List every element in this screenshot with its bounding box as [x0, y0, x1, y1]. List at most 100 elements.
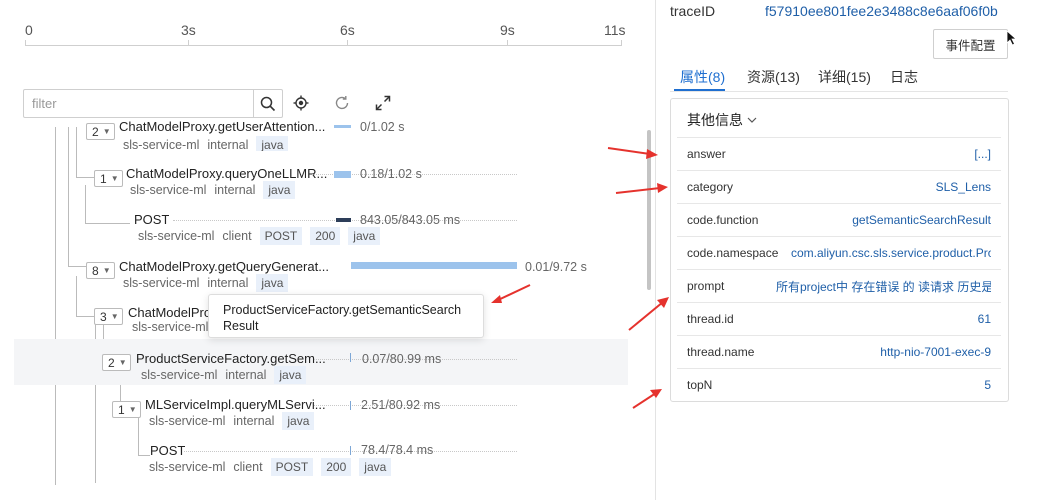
span-row[interactable]: POST sls-service-ml client POST 200 java 78.… — [0, 440, 630, 486]
span-duration-bar — [351, 262, 517, 269]
expand-icon[interactable] — [374, 94, 392, 112]
annotation-arrow-icon — [632, 389, 662, 409]
span-row[interactable]: 2 ▼ ChatModelProxy.getUserAttention... sl… — [0, 116, 630, 151]
mouse-cursor-icon — [1006, 30, 1018, 46]
ruler-mark — [507, 40, 508, 46]
refresh-icon[interactable] — [333, 94, 351, 112]
child-count-toggle[interactable]: 2 ▼ — [102, 354, 131, 371]
caret-down-icon: ▼ — [110, 174, 119, 183]
span-name: ChatModelProxy.getUserAttention... — [119, 119, 326, 134]
event-config-button[interactable]: 事件配置 — [933, 29, 1008, 59]
span-duration: 78.4/78.4 ms — [361, 443, 434, 457]
search-icon — [260, 96, 276, 111]
span-name: MLServiceImpl.queryMLServi... — [145, 397, 326, 412]
attribute-row: code.function getSemanticSearchResult — [677, 203, 1001, 236]
attribute-value[interactable]: http-nio-7001-exec-9 — [880, 345, 991, 359]
section-title: 其他信息 — [687, 112, 743, 128]
attribute-key: code.namespace — [687, 246, 779, 260]
child-count-toggle[interactable]: 1 ▼ — [112, 401, 141, 418]
ruler-mark — [621, 40, 622, 46]
span-duration: 0/1.02 s — [360, 120, 405, 134]
locate-icon[interactable] — [292, 94, 310, 112]
attribute-row: topN 5 — [677, 368, 1001, 401]
attribute-row: answer [...] — [677, 137, 1001, 170]
span-meta: sls-service-ml — [132, 320, 209, 334]
attribute-row: prompt 所有project中 存在错误 的 读请求 历史是什么? — [677, 269, 1001, 302]
span-meta: sls-service-ml internal java — [123, 274, 289, 292]
attribute-value-link[interactable]: [...] — [974, 147, 991, 161]
span-duration-bar — [350, 401, 351, 410]
detail-tabs: 属性(8) 资源(13) 详细(15) 日志 — [670, 62, 1010, 92]
active-tab-indicator — [674, 89, 725, 91]
annotation-arrow-icon — [607, 147, 658, 159]
child-count-toggle[interactable]: 2 ▼ — [86, 123, 115, 140]
span-duration-bar — [350, 353, 351, 362]
attribute-row: category SLS_Lens — [677, 170, 1001, 203]
timeline-tick: 0 — [25, 22, 33, 38]
trace-timeline-panel: 0 3s 6s 9s 11s 2▼ ChatModelProxy.getUser… — [0, 0, 655, 500]
attribute-value[interactable]: 61 — [978, 312, 991, 326]
span-duration: 843.05/843.05 ms — [360, 213, 461, 227]
span-name: ChatModelProxy.getQueryGenerat... — [119, 259, 330, 274]
span-name: POST — [150, 443, 186, 458]
attribute-key: prompt — [687, 279, 725, 293]
attributes-card: 其他信息 answer [...] category SLS_Lens code.f… — [670, 98, 1009, 402]
span-meta: sls-service-ml internal java — [123, 136, 289, 151]
span-meta: sls-service-ml internal java — [141, 366, 307, 384]
span-duration-bar — [350, 446, 351, 455]
attribute-value[interactable]: com.aliyun.csc.sls.service.product.Pro — [791, 246, 991, 260]
section-header[interactable]: 其他信息 — [687, 110, 757, 130]
attribute-value[interactable]: getSemanticSearchResult — [852, 213, 991, 227]
timeline-ruler — [25, 45, 622, 46]
span-meta: sls-service-ml client POST 200 java — [138, 227, 381, 245]
annotation-arrow-icon — [491, 284, 531, 303]
ruler-mark — [188, 40, 189, 46]
tab-attributes[interactable]: 属性(8) — [680, 67, 725, 87]
attribute-key: thread.id — [687, 312, 734, 326]
annotation-arrow-icon — [615, 183, 668, 194]
timeline-tick: 11s — [604, 22, 626, 38]
span-name-tooltip: ProductServiceFactory.getSemanticSearchR… — [208, 294, 484, 338]
attribute-key: answer — [687, 147, 726, 161]
attribute-key: topN — [687, 378, 713, 392]
timeline-tick: 3s — [181, 22, 196, 38]
caret-down-icon: ▼ — [118, 358, 127, 367]
attribute-key: category — [687, 180, 734, 194]
tab-logs[interactable]: 日志 — [890, 67, 918, 87]
search-button[interactable] — [253, 89, 283, 118]
tab-details[interactable]: 详细(15) — [818, 67, 871, 87]
caret-down-icon: ▼ — [128, 405, 137, 414]
caret-down-icon: ▼ — [102, 127, 111, 136]
tab-baseline — [670, 91, 1008, 92]
span-duration-bar — [334, 171, 351, 178]
ruler-mark — [25, 40, 26, 46]
caret-down-icon: ▼ — [110, 312, 119, 321]
panel-divider[interactable] — [655, 0, 656, 500]
attribute-value[interactable]: SLS_Lens — [936, 180, 991, 194]
span-duration: 2.51/80.92 ms — [361, 398, 441, 412]
child-count-toggle[interactable]: 3 ▼ — [94, 308, 123, 325]
attribute-value[interactable]: 5 — [984, 378, 991, 392]
attribute-row: thread.name http-nio-7001-exec-9 — [677, 335, 1001, 368]
span-name: ProductServiceFactory.getSem... — [136, 351, 326, 366]
child-count-toggle[interactable]: 1 ▼ — [94, 170, 123, 187]
ruler-mark — [347, 40, 348, 46]
tab-resources[interactable]: 资源(13) — [747, 67, 800, 87]
annotation-arrow-icon — [628, 297, 669, 331]
chevron-down-icon — [747, 117, 757, 123]
timeline-tick: 6s — [340, 22, 355, 38]
span-duration-bar — [336, 218, 351, 222]
span-row[interactable]: POST sls-service-ml client POST 200 java 843… — [0, 208, 630, 254]
span-duration-bar — [334, 125, 351, 128]
span-row-selected[interactable]: 2 ▼ ProductServiceFactory.getSem... sls-s… — [14, 339, 628, 385]
child-count-toggle[interactable]: 8 ▼ — [86, 262, 115, 279]
caret-down-icon: ▼ — [102, 266, 111, 275]
span-name: ChatModelProxy.queryOneLLMR... — [126, 166, 328, 181]
attribute-value[interactable]: 所有project中 存在错误 的 读请求 历史是什么? — [776, 278, 991, 295]
span-meta: sls-service-ml internal java — [149, 412, 315, 430]
span-duration: 0.18/1.02 s — [360, 167, 422, 181]
span-meta: sls-service-ml internal java — [130, 181, 296, 199]
span-row[interactable]: 1 ▼ MLServiceImpl.queryMLServi... sls-ser… — [0, 394, 630, 440]
filter-input[interactable] — [23, 89, 254, 118]
span-row[interactable]: 1 ▼ ChatModelProxy.queryOneLLMR... sls-se… — [0, 162, 630, 208]
